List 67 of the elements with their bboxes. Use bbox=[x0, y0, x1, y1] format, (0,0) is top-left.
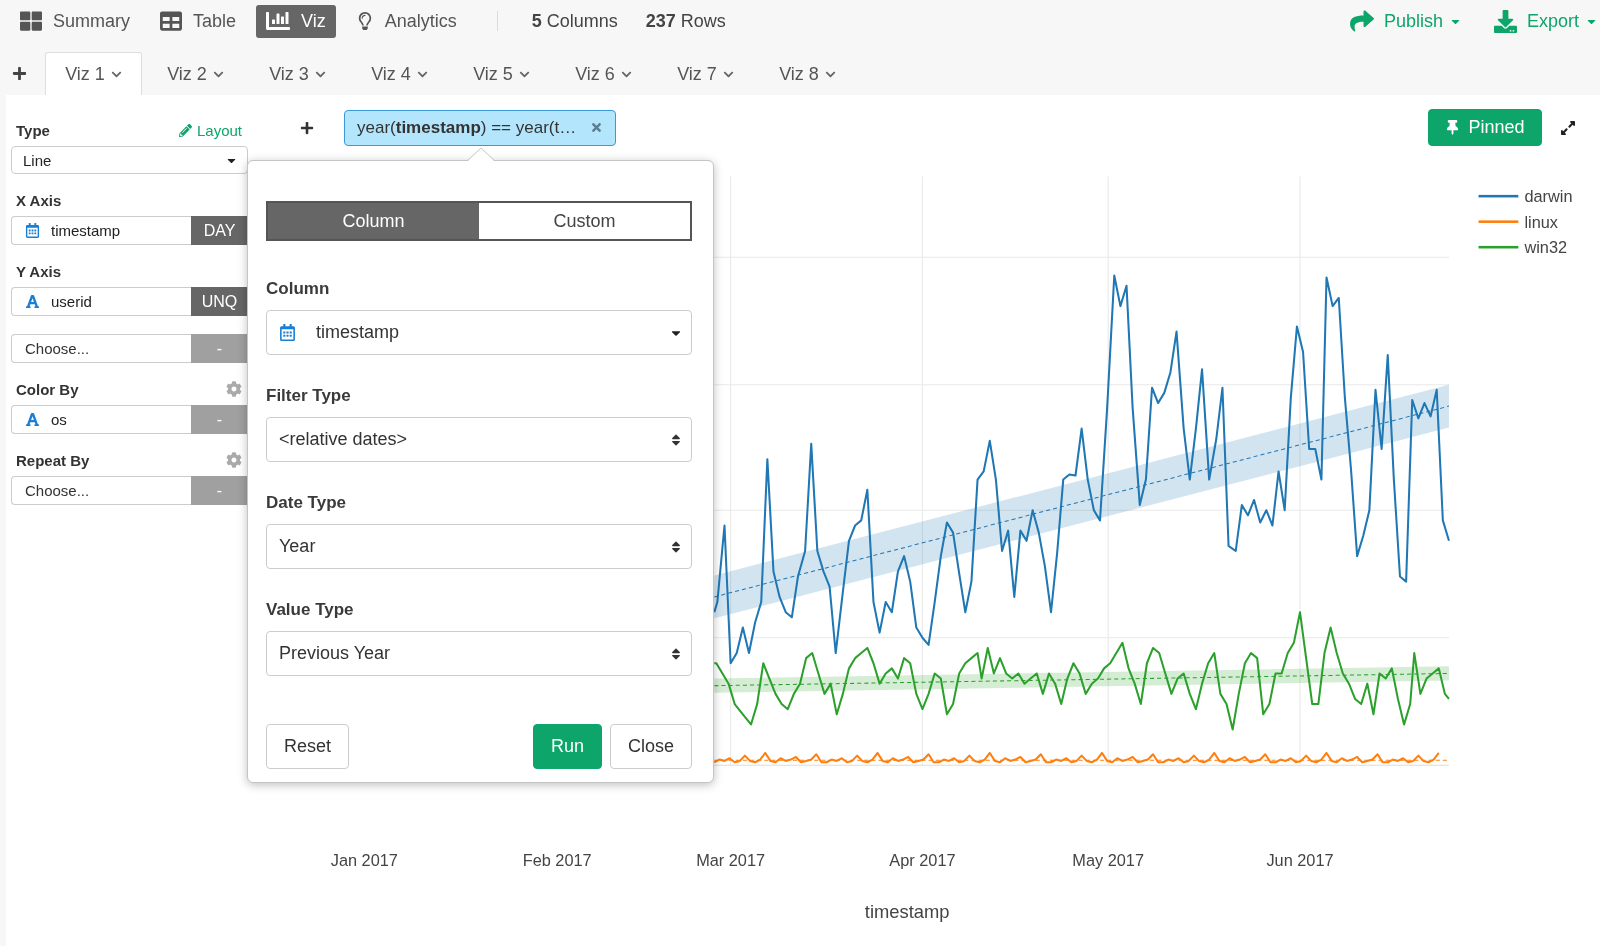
chart-type-select[interactable]: Line bbox=[11, 146, 248, 174]
legend-label: win32 bbox=[1524, 238, 1568, 257]
sort-arrows-icon bbox=[669, 432, 683, 447]
plus-icon[interactable] bbox=[12, 66, 27, 81]
select-field[interactable]: timestamp bbox=[266, 310, 692, 355]
section-label: Type bbox=[16, 121, 50, 139]
bar-chart-icon bbox=[266, 9, 291, 33]
select-field[interactable]: Year bbox=[266, 524, 692, 569]
view-tab[interactable]: Viz bbox=[256, 4, 336, 38]
legend-label: darwin bbox=[1524, 187, 1573, 206]
download-icon bbox=[1493, 9, 1517, 33]
column-select[interactable]: Choose... bbox=[11, 476, 191, 505]
view-tab[interactable]: Analytics bbox=[345, 4, 467, 38]
share-arrow-icon bbox=[1349, 9, 1374, 33]
pin-icon bbox=[1445, 120, 1461, 135]
stat-label: 5 Columns bbox=[531, 10, 618, 32]
text-type-icon bbox=[25, 294, 40, 309]
sort-arrows-icon bbox=[669, 539, 683, 554]
section-label: Color By bbox=[16, 380, 79, 398]
axis-tick-label: Mar 2017 bbox=[696, 851, 766, 870]
viz-tab[interactable]: Viz 1 bbox=[45, 52, 142, 95]
field-label: Filter Type bbox=[266, 386, 352, 406]
viz-tab[interactable]: Viz 5 bbox=[453, 52, 550, 95]
axis-title: timestamp bbox=[864, 901, 950, 923]
axis-tick-label: Feb 2017 bbox=[522, 851, 592, 870]
viz-tab[interactable]: Viz 3 bbox=[249, 52, 346, 95]
aggregation-button[interactable]: UNQ bbox=[191, 287, 248, 316]
viz-tab[interactable]: Viz 8 bbox=[759, 52, 856, 95]
legend-label: linux bbox=[1524, 212, 1559, 231]
stat-label: 237 Rows bbox=[645, 10, 726, 32]
viz-tab[interactable]: Viz 7 bbox=[657, 52, 754, 95]
column-select[interactable]: os bbox=[11, 405, 191, 434]
section-label: Y Axis bbox=[16, 262, 62, 280]
view-tab[interactable]: Summary bbox=[10, 4, 140, 38]
sort-arrows-icon bbox=[669, 646, 683, 661]
select-field[interactable]: <relative dates> bbox=[266, 417, 692, 462]
axis-tick-label: May 2017 bbox=[1072, 851, 1144, 870]
grid-icon bbox=[20, 10, 42, 32]
axis-tick-label: Jun 2017 bbox=[1266, 851, 1334, 870]
viz-tab[interactable]: Viz 6 bbox=[555, 52, 652, 95]
section-label: Repeat By bbox=[16, 451, 90, 469]
axis-tick-label: Jan 2017 bbox=[330, 851, 398, 870]
calendar-icon bbox=[25, 223, 40, 238]
plus-icon[interactable] bbox=[300, 120, 314, 135]
expand-icon[interactable] bbox=[1560, 119, 1576, 136]
reset-button[interactable]: Reset bbox=[266, 724, 350, 769]
calendar-icon bbox=[279, 324, 296, 341]
select-field[interactable]: Previous Year bbox=[266, 631, 692, 676]
text-type-icon bbox=[25, 412, 40, 427]
viz-tab[interactable]: Viz 2 bbox=[147, 52, 244, 95]
filter-chip[interactable]: year(timestamp) == year(t… bbox=[344, 109, 617, 146]
pencil-icon bbox=[178, 123, 192, 137]
section-label: X Axis bbox=[16, 191, 62, 209]
field-label: Date Type bbox=[266, 493, 347, 513]
column-select[interactable]: Choose... bbox=[11, 334, 191, 363]
mode-tab[interactable]: Column bbox=[268, 203, 479, 239]
table-icon bbox=[160, 10, 182, 32]
aggregation-button[interactable]: DAY bbox=[191, 216, 248, 245]
close-icon[interactable] bbox=[590, 121, 604, 134]
view-tab[interactable]: Table bbox=[150, 4, 247, 38]
column-select[interactable]: timestamp bbox=[11, 216, 191, 245]
close-button[interactable]: Close bbox=[609, 724, 692, 769]
column-select[interactable]: userid bbox=[11, 287, 191, 316]
field-label: Column bbox=[266, 279, 331, 299]
axis-tick-label: Apr 2017 bbox=[889, 851, 956, 870]
viz-tab[interactable]: Viz 4 bbox=[351, 52, 448, 95]
field-label: Value Type bbox=[266, 600, 355, 620]
